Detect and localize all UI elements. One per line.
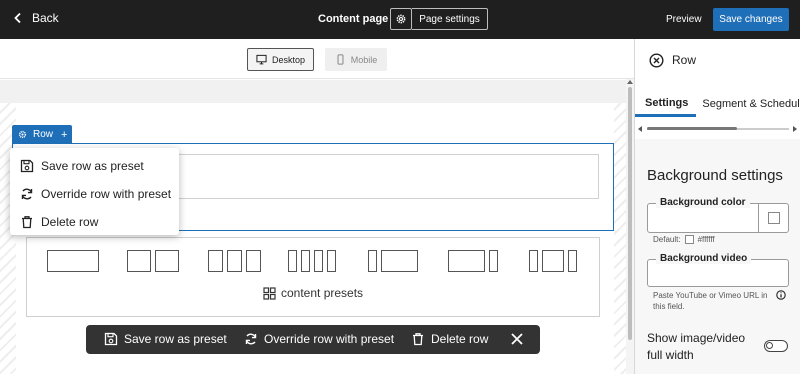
device-switcher: Desktop Mobile <box>0 39 634 79</box>
preset-layout-1[interactable] <box>47 250 99 272</box>
menu-item-label: Override row with preset <box>41 187 172 201</box>
canvas-header-strip <box>0 80 634 103</box>
menu-item-label: Save row as preset <box>41 159 144 173</box>
preset-layout-1-1-1-1[interactable] <box>288 250 336 272</box>
layout-presets: content presets <box>26 237 600 317</box>
row-tab-label: Row <box>33 129 54 140</box>
row-toolbar: Save row as preset Override row with pre… <box>86 325 540 354</box>
sync-icon <box>21 188 33 200</box>
add-row-icon[interactable]: + <box>61 129 67 141</box>
panel-tabs: Settings Segment & Schedule <box>635 91 800 117</box>
preview-link[interactable]: Preview <box>666 14 702 25</box>
top-bar: Back Content page Page settings Preview … <box>0 0 800 39</box>
trash-icon <box>413 333 423 346</box>
page-settings-button[interactable]: Page settings <box>412 8 488 30</box>
menu-item-delete-row[interactable]: Delete row <box>10 208 179 236</box>
mobile-label: Mobile <box>350 54 378 65</box>
page-title: Content page <box>318 13 389 25</box>
color-picker-button[interactable] <box>758 204 788 232</box>
preset-layout-1-3[interactable] <box>368 250 418 272</box>
content-presets-link[interactable]: content presets <box>263 286 363 300</box>
save-icon <box>20 159 34 173</box>
panel-header: Row <box>635 39 800 81</box>
row-context-menu: Save row as preset Override row with pre… <box>10 148 179 235</box>
save-changes-button[interactable]: Save changes <box>713 8 789 31</box>
default-prefix: Default: <box>653 235 681 244</box>
toolbar-save-row-as-preset-button[interactable]: Save row as preset <box>104 332 227 346</box>
grid-icon <box>263 286 276 300</box>
default-color-hint: Default: #ffffff <box>653 235 715 244</box>
content-presets-label: content presets <box>281 286 364 300</box>
trash-icon <box>22 216 32 229</box>
preset-layout-1-1-1[interactable] <box>208 250 261 272</box>
full-width-label: Show image/video full width <box>647 331 746 362</box>
background-settings-heading: Background settings <box>647 167 783 184</box>
tab-settings[interactable]: Settings <box>635 91 697 117</box>
canvas-scrollbar[interactable] <box>626 79 634 374</box>
editor-canvas: Desktop Mobile Row + content presets Sav… <box>0 39 634 374</box>
close-icon[interactable] <box>510 331 524 347</box>
default-color-swatch <box>684 235 694 244</box>
preset-layout-1-1[interactable] <box>127 250 179 272</box>
preset-layout-1-2-1[interactable] <box>529 250 577 272</box>
toolbar-delete-row-button[interactable]: Delete row <box>411 332 488 346</box>
tab-segment-schedule[interactable]: Segment & Schedule <box>696 91 800 117</box>
chevron-left-icon <box>14 12 21 24</box>
panel-title: Row <box>672 53 697 67</box>
row-tab[interactable]: Row + <box>12 125 72 144</box>
menu-item-override-row-with-preset[interactable]: Override row with preset <box>10 180 179 208</box>
monitor-icon <box>256 54 267 65</box>
background-color-label: Background color <box>656 197 750 208</box>
default-color-value: #ffffff <box>697 235 715 244</box>
menu-item-save-row-as-preset[interactable]: Save row as preset <box>10 152 179 180</box>
background-video-field[interactable]: Background video <box>647 253 789 287</box>
tabs-scrollbar[interactable] <box>635 125 800 133</box>
background-color-field[interactable]: Background color <box>647 197 789 233</box>
background-video-help: Paste YouTube or Vimeo URL in this field… <box>653 291 768 311</box>
back-label: Back <box>32 11 59 25</box>
toolbar-save-label: Save row as preset <box>124 332 227 346</box>
phone-icon <box>337 54 344 65</box>
sync-icon <box>245 333 257 345</box>
color-swatch <box>767 212 780 224</box>
menu-item-label: Delete row <box>41 215 99 229</box>
back-button[interactable]: Back <box>12 11 59 25</box>
canvas-scrollbar-thumb[interactable] <box>628 87 632 340</box>
settings-panel: Row Settings Segment & Schedule Backgrou… <box>634 39 800 374</box>
close-circle-icon[interactable] <box>649 52 664 68</box>
preset-layout-3-1[interactable] <box>448 250 498 272</box>
gear-icon <box>18 130 27 139</box>
page-settings-gear-button[interactable] <box>390 8 412 30</box>
toolbar-override-row-button[interactable]: Override row with preset <box>244 332 394 346</box>
desktop-label: Desktop <box>271 54 306 65</box>
mobile-view-button[interactable]: Mobile <box>325 48 387 71</box>
save-icon <box>104 332 118 346</box>
full-width-toggle[interactable] <box>764 340 788 352</box>
info-icon[interactable] <box>776 290 786 300</box>
toolbar-override-label: Override row with preset <box>264 332 395 346</box>
gear-icon <box>396 14 406 24</box>
toolbar-delete-label: Delete row <box>431 332 489 346</box>
desktop-view-button[interactable]: Desktop <box>247 48 314 71</box>
background-video-label: Background video <box>656 253 752 264</box>
